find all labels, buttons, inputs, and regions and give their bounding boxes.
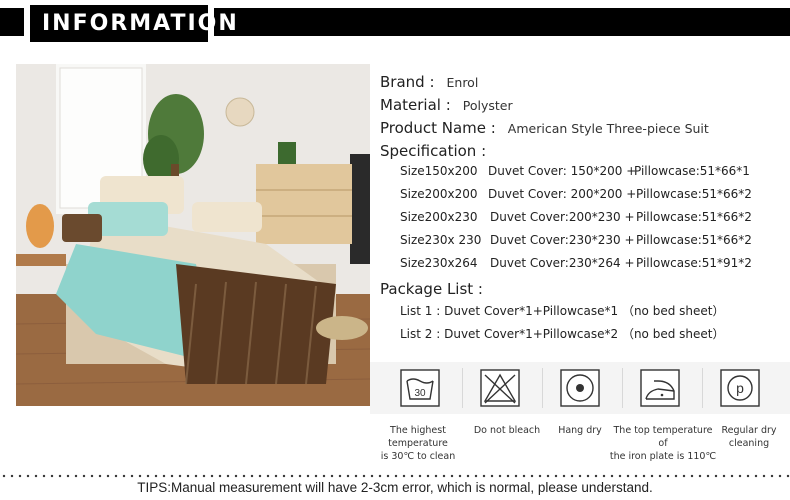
size-name: Size230x264 xyxy=(400,256,478,270)
spec-label: Specification : xyxy=(380,142,487,160)
package-item: List 2 : Duvet Cover*1+Pillowcase*2 （no … xyxy=(400,327,725,341)
care-label-line: Regular dry xyxy=(721,425,777,436)
care-divider xyxy=(542,368,543,408)
care-label-wash: The highest temperature is 30℃ to clean xyxy=(368,424,468,463)
size-duvet: Duvet Cover: 200*200 + xyxy=(488,187,637,201)
page-title: INFORMATION xyxy=(30,4,237,42)
wash-30-icon: 30 xyxy=(390,362,450,414)
brand-label: Brand : xyxy=(380,73,435,91)
product-row: Product Name : American Style Three-piece… xyxy=(380,118,709,137)
care-label-dryclean: Regular dry cleaning xyxy=(716,424,782,450)
package-row: Package List : xyxy=(380,279,483,298)
iron-110-icon xyxy=(630,362,690,414)
do-not-bleach-icon xyxy=(470,362,530,414)
care-divider xyxy=(622,368,623,408)
care-label-iron: The top temperature of the iron plate is… xyxy=(608,424,718,463)
care-divider xyxy=(702,368,703,408)
size-pillow: Pillowcase:51*66*2 xyxy=(636,233,752,247)
header-bar: INFORMATION xyxy=(0,0,790,46)
package-item: List 1 : Duvet Cover*1+Pillowcase*1 （no … xyxy=(400,304,725,318)
header-label: INFORMATION xyxy=(24,0,237,46)
size-name: Size230x 230 xyxy=(400,233,482,247)
care-label-line: The highest temperature xyxy=(388,425,448,449)
care-label-line: the iron plate is 110℃ xyxy=(609,451,717,462)
care-label-hang: Hang dry xyxy=(550,424,610,437)
size-pillow: Pillowcase:51*66*2 xyxy=(636,210,752,224)
care-label-line: is 30℃ to clean xyxy=(380,451,456,462)
material-label: Material : xyxy=(380,96,451,114)
material-value: Polyster xyxy=(462,98,513,113)
size-pillow: Pillowcase:51*91*2 xyxy=(636,256,752,270)
size-duvet: Duvet Cover:200*230 + xyxy=(490,210,635,224)
hang-dry-icon xyxy=(550,362,610,414)
product-photo xyxy=(16,64,370,406)
size-pillow: Pillowcase:51*66*2 xyxy=(636,187,752,201)
product-value: American Style Three-piece Suit xyxy=(507,121,709,136)
package-label: Package List : xyxy=(380,280,483,298)
care-label-line: Do not bleach xyxy=(473,425,541,436)
dotted-divider xyxy=(0,474,790,478)
wash-temp: 30 xyxy=(414,388,426,399)
size-name: Size200x230 xyxy=(400,210,478,224)
dry-clean-letter: p xyxy=(736,380,744,396)
size-duvet: Duvet Cover: 150*200 + xyxy=(488,164,637,178)
care-label-line: cleaning xyxy=(728,438,770,449)
care-label-bleach: Do not bleach xyxy=(470,424,544,437)
brand-value: Enrol xyxy=(446,75,479,90)
tips-text: TIPS:Manual measurement will have 2-3cm … xyxy=(137,480,653,495)
care-label-line: Hang dry xyxy=(558,425,602,436)
bedroom-illustration xyxy=(16,64,370,406)
size-name: Size150x200 xyxy=(400,164,478,178)
product-label: Product Name : xyxy=(380,119,496,137)
dry-clean-icon: p xyxy=(710,362,770,414)
brand-row: Brand : Enrol xyxy=(380,72,478,91)
material-row: Material : Polyster xyxy=(380,95,513,114)
size-duvet: Duvet Cover:230*230 + xyxy=(490,233,635,247)
care-divider xyxy=(462,368,463,408)
spec-row: Specification : xyxy=(380,141,486,160)
care-label-line: The top temperature of xyxy=(613,425,713,449)
care-strip: 30 p xyxy=(370,362,790,414)
size-pillow: Pillowcase:51*66*1 xyxy=(634,164,750,178)
size-duvet: Duvet Cover:230*264 + xyxy=(490,256,635,270)
size-name: Size200x200 xyxy=(400,187,478,201)
